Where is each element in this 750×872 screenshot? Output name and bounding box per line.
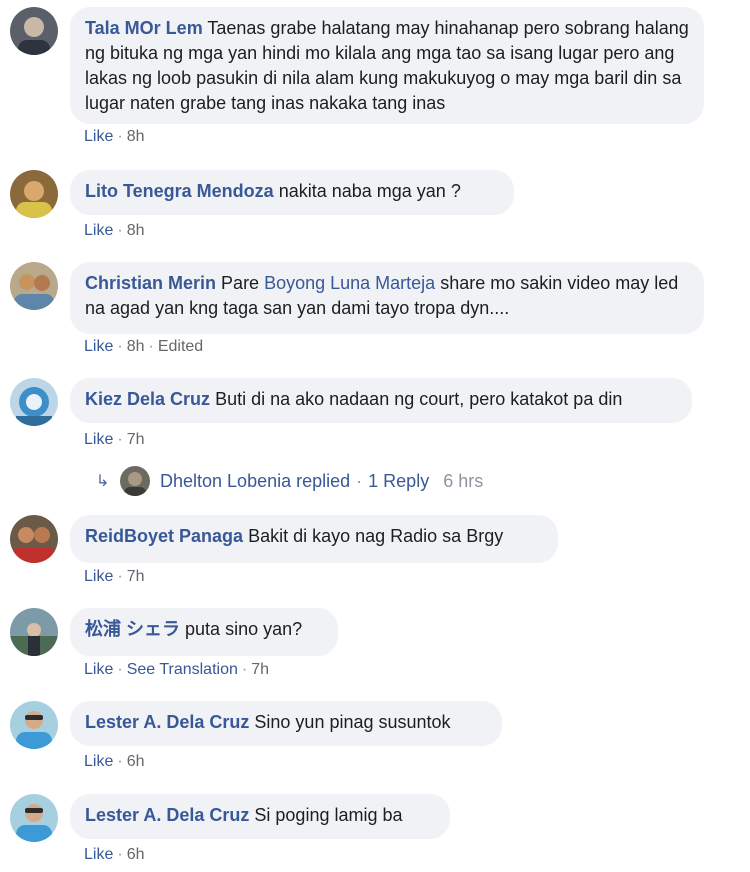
avatar[interactable]	[10, 170, 58, 218]
replies-author-label[interactable]: Dhelton Lobenia replied	[160, 471, 350, 492]
comment-actions: Like · See Translation · 7h	[84, 661, 269, 678]
comment-bubble: Kiez Dela Cruz Buti di na ako nadaan ng …	[70, 378, 692, 423]
comment-time[interactable]: 8h	[127, 222, 145, 239]
comment-time[interactable]: 6h	[127, 846, 145, 863]
like-button[interactable]: Like	[84, 846, 113, 863]
avatar[interactable]	[10, 701, 58, 749]
comment-text: Bakit di kayo nag Radio sa Brgy	[248, 526, 504, 546]
comment-text: Buti di na ako nadaan ng court, pero kat…	[215, 389, 623, 409]
avatar	[120, 466, 150, 496]
comment-time[interactable]: 8h	[127, 338, 145, 355]
avatar[interactable]	[10, 378, 58, 426]
comment-actions: Like · 7h	[84, 568, 145, 585]
comment-time[interactable]: 6h	[127, 753, 145, 770]
comment-text: Sino yun pinag susuntok	[254, 712, 451, 732]
like-button[interactable]: Like	[84, 753, 113, 770]
comment-time[interactable]: 7h	[127, 431, 145, 448]
comment-actions: Like · 6h	[84, 753, 145, 770]
comment-author[interactable]: Lito Tenegra Mendoza	[85, 181, 274, 201]
comment-author[interactable]: Lester A. Dela Cruz	[85, 805, 249, 825]
like-button[interactable]: Like	[84, 128, 113, 145]
comment-author[interactable]: 松浦 シェラ	[85, 619, 180, 639]
comment-bubble: Tala MOr Lem Taenas grabe halatang may h…	[70, 7, 704, 124]
avatar[interactable]	[10, 608, 58, 656]
view-replies-link[interactable]: ↳ Dhelton Lobenia replied · 1 Reply 6 hrs	[96, 466, 483, 496]
comment-bubble: Christian Merin Pare Boyong Luna Marteja…	[70, 262, 704, 334]
replies-count[interactable]: 1 Reply	[368, 471, 429, 492]
avatar[interactable]	[10, 7, 58, 55]
comment-actions: Like · 6h	[84, 846, 145, 863]
comment-author[interactable]: ReidBoyet Panaga	[85, 526, 243, 546]
comment-time[interactable]: 7h	[251, 661, 269, 678]
see-translation-link[interactable]: See Translation	[127, 661, 238, 678]
comment-actions: Like · 7h	[84, 431, 145, 448]
like-button[interactable]: Like	[84, 338, 113, 355]
comment-actions: Like · 8h · Edited	[84, 338, 204, 355]
avatar[interactable]	[10, 262, 58, 310]
comment-author[interactable]: Lester A. Dela Cruz	[85, 712, 249, 732]
comment-time[interactable]: 8h	[127, 128, 145, 145]
comment-text: puta sino yan?	[185, 619, 303, 639]
avatar[interactable]	[10, 794, 58, 842]
mention-link[interactable]: Boyong Luna Marteja	[264, 273, 435, 293]
avatar[interactable]	[10, 515, 58, 563]
comment-bubble: ReidBoyet Panaga Bakit di kayo nag Radio…	[70, 515, 558, 563]
replies-time: 6 hrs	[443, 470, 484, 491]
reply-arrow-icon: ↳	[96, 473, 110, 490]
comment-text: nakita naba mga yan ?	[278, 181, 461, 201]
comment-actions: Like · 8h	[84, 128, 145, 145]
edited-label[interactable]: Edited	[158, 338, 203, 355]
comment-author[interactable]: Kiez Dela Cruz	[85, 389, 210, 409]
comment-author[interactable]: Tala MOr Lem	[85, 18, 203, 38]
comment-text: Pare	[221, 273, 265, 293]
comment-text: Si poging lamig ba	[254, 805, 403, 825]
like-button[interactable]: Like	[84, 222, 113, 239]
comment-bubble: Lito Tenegra Mendoza nakita naba mga yan…	[70, 170, 514, 215]
comment-bubble: 松浦 シェラ puta sino yan?	[70, 608, 338, 656]
comment-bubble: Lester A. Dela Cruz Sino yun pinag susun…	[70, 701, 502, 746]
like-button[interactable]: Like	[84, 431, 113, 448]
like-button[interactable]: Like	[84, 568, 113, 585]
comment-bubble: Lester A. Dela Cruz Si poging lamig ba	[70, 794, 450, 839]
like-button[interactable]: Like	[84, 661, 113, 678]
comment-author[interactable]: Christian Merin	[85, 273, 216, 293]
comment-time[interactable]: 7h	[127, 568, 145, 585]
comment-actions: Like · 8h	[84, 222, 145, 239]
